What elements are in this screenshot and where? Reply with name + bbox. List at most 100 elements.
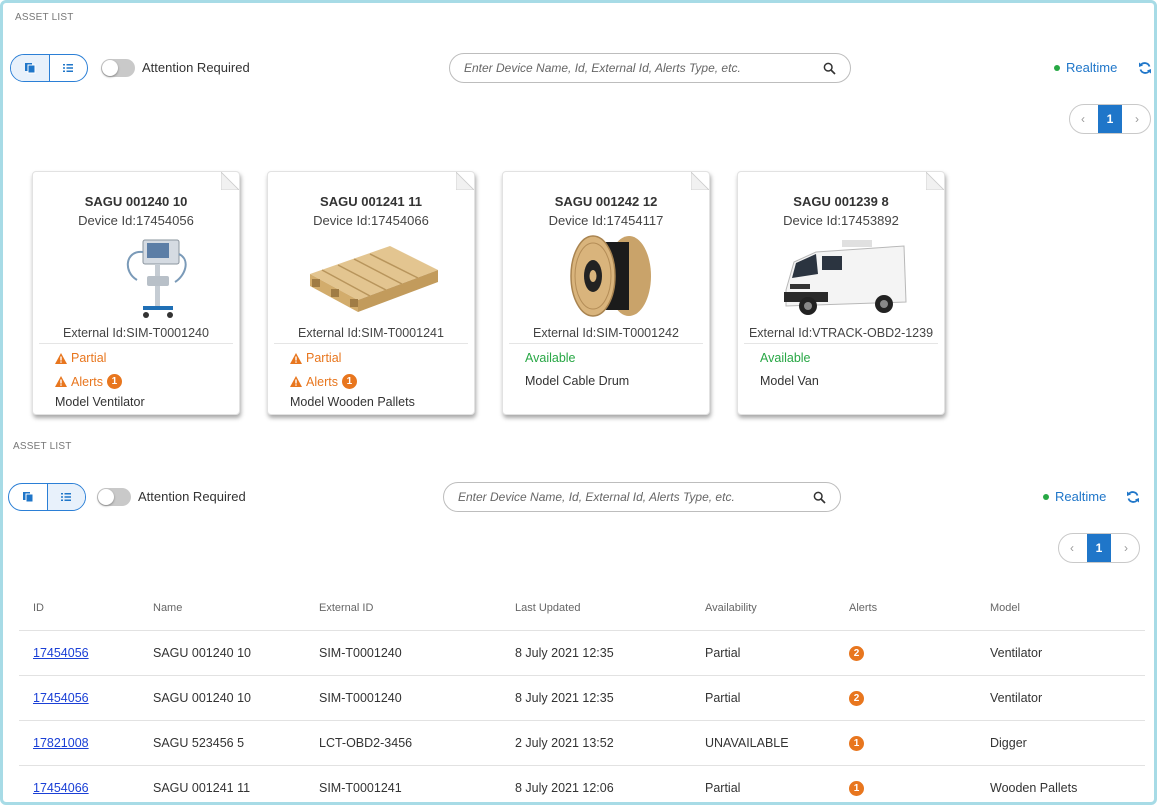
card-device-id: Device Id:17454066 [313, 213, 429, 228]
column-header-availability[interactable]: Availability [705, 586, 757, 630]
app-frame: ASSET LIST Attention Required Realtim [0, 0, 1157, 805]
cell-model: Wooden Pallets [990, 781, 1078, 795]
card-alerts-label: Alerts [306, 374, 338, 389]
card-status: Partial [55, 351, 106, 365]
current-page-button[interactable]: 1 [1098, 105, 1122, 133]
device-id-link[interactable]: 17454056 [33, 691, 89, 705]
search-icon[interactable] [813, 491, 826, 504]
device-id-link[interactable]: 17821008 [33, 736, 89, 750]
search-input[interactable] [458, 490, 813, 504]
card-view-icon [22, 492, 34, 503]
card-model: Model Van [760, 374, 819, 388]
warning-icon [55, 352, 67, 364]
table-row[interactable]: 17454056 SAGU 001240 10 SIM-T0001240 8 J… [19, 631, 1145, 676]
column-header-external-id[interactable]: External ID [319, 586, 373, 630]
card-alerts: Alerts 1 [55, 374, 122, 389]
card-external-id: External Id:SIM-T0001242 [533, 326, 679, 340]
cell-alerts: 2 [849, 676, 864, 720]
cell-id: 17454056 [33, 676, 89, 720]
card-alerts-label: Alerts [71, 374, 103, 389]
asset-card[interactable]: SAGU 001240 10 Device Id:17454056 Extern… [32, 171, 240, 415]
realtime-indicator[interactable]: Realtime [1054, 60, 1117, 75]
current-page-button[interactable]: 1 [1087, 534, 1111, 562]
cell-model: Ventilator [990, 646, 1043, 660]
view-toggle[interactable] [8, 483, 86, 511]
card-device-name: SAGU 001239 8 [793, 194, 889, 209]
device-id-link[interactable]: 17454056 [33, 646, 89, 660]
table-row[interactable]: 17821008 SAGU 523456 5 LCT-OBD2-3456 2 J… [19, 721, 1145, 766]
view-toggle[interactable] [10, 54, 88, 82]
card-divider [509, 343, 703, 344]
column-header-last-updated[interactable]: Last Updated [515, 586, 580, 630]
search-icon[interactable] [823, 62, 836, 75]
cell-availability: Partial [705, 781, 741, 795]
alerts-count-badge: 1 [106, 374, 122, 389]
card-status-label: Partial [306, 351, 342, 365]
wooden-pallet-image [310, 246, 438, 312]
cell-id: 17821008 [33, 721, 89, 765]
card-model: Model Ventilator [55, 395, 145, 409]
realtime-label: Realtime [1066, 60, 1118, 75]
attention-required-toggle[interactable] [97, 488, 131, 506]
card-device-name: SAGU 001242 12 [554, 194, 658, 209]
next-page-button[interactable]: › [1113, 541, 1139, 555]
list-view-button[interactable] [46, 484, 85, 510]
alerts-count-badge: 2 [849, 645, 864, 661]
section-title: ASSET LIST [13, 441, 72, 452]
card-view-icon [24, 63, 36, 74]
cable-drum-image [570, 235, 651, 317]
asset-card[interactable]: SAGU 001239 8 Device Id:17453892 Externa… [737, 171, 945, 415]
alerts-count-badge: 1 [849, 735, 864, 751]
cell-availability: UNAVAILABLE [705, 736, 789, 750]
card-external-id: External Id:VTRACK-OBD2-1239 [748, 326, 934, 340]
cell-alerts: 1 [849, 721, 864, 765]
realtime-indicator[interactable]: Realtime [1043, 489, 1106, 504]
cell-name: SAGU 001240 10 [153, 691, 251, 705]
table-row[interactable]: 17454056 SAGU 001240 10 SIM-T0001240 8 J… [19, 676, 1145, 721]
prev-page-button[interactable]: ‹ [1070, 112, 1096, 126]
prev-page-button[interactable]: ‹ [1059, 541, 1085, 555]
table-row[interactable]: 17454066 SAGU 001241 11 SIM-T0001241 8 J… [19, 766, 1145, 802]
card-status: Available [525, 351, 576, 365]
alerts-count-badge: 1 [341, 374, 357, 389]
cell-last-updated: 8 July 2021 12:35 [515, 646, 614, 660]
cell-availability: Partial [705, 691, 741, 705]
search-box[interactable] [449, 53, 851, 83]
card-view-button[interactable] [9, 484, 47, 510]
column-header-model[interactable]: Model [990, 586, 1020, 630]
asset-table: ID Name External ID Last Updated Availab… [19, 586, 1145, 802]
cell-external-id: LCT-OBD2-3456 [319, 736, 413, 750]
asset-card[interactable]: SAGU 001242 12 Device Id:17454117 Extern… [502, 171, 710, 415]
realtime-status-dot [1043, 493, 1049, 500]
cell-last-updated: 2 July 2021 13:52 [515, 736, 614, 750]
next-page-button[interactable]: › [1124, 112, 1150, 126]
card-model: Model Wooden Pallets [290, 395, 415, 409]
search-box[interactable] [443, 482, 841, 512]
device-id-link[interactable]: 17454066 [33, 781, 89, 795]
card-view-button[interactable] [11, 55, 49, 81]
card-device-name: SAGU 001240 10 [84, 194, 188, 209]
asset-card[interactable]: SAGU 001241 11 Device Id:17454066 Extern… [267, 171, 475, 415]
column-header-id[interactable]: ID [33, 586, 44, 630]
warning-icon [290, 352, 302, 364]
refresh-icon[interactable] [1126, 490, 1140, 504]
cell-last-updated: 8 July 2021 12:35 [515, 691, 614, 705]
cell-external-id: SIM-T0001240 [319, 646, 402, 660]
card-device-id: Device Id:17454117 [548, 213, 664, 228]
card-device-id: Device Id:17453892 [783, 213, 899, 228]
column-header-name[interactable]: Name [153, 586, 182, 630]
list-view-icon [63, 64, 74, 72]
column-header-alerts[interactable]: Alerts [849, 586, 877, 630]
cell-id: 17454056 [33, 631, 89, 675]
search-input[interactable] [464, 61, 823, 75]
card-corner-fold [926, 172, 944, 190]
table-header: ID Name External ID Last Updated Availab… [19, 586, 1145, 631]
list-view-button[interactable] [48, 55, 88, 81]
alerts-count-badge: 1 [849, 780, 864, 796]
warning-icon [290, 376, 302, 387]
card-divider [744, 343, 938, 344]
cell-alerts: 2 [849, 631, 864, 675]
realtime-status-dot [1054, 64, 1060, 71]
attention-required-toggle[interactable] [101, 59, 135, 77]
refresh-icon[interactable] [1138, 61, 1152, 75]
